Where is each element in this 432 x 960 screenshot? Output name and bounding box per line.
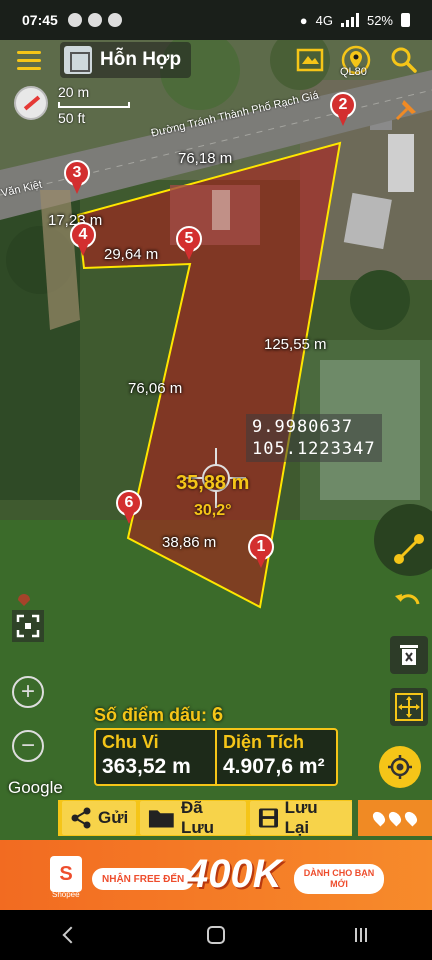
pin-add-icon[interactable] [392, 94, 422, 124]
zoom-in-button[interactable]: + [12, 676, 44, 708]
messenger-icon-2 [87, 13, 102, 27]
scale-bar: 20 m 50 ft [58, 84, 130, 126]
gps-button[interactable] [379, 746, 421, 788]
notification-icons [67, 13, 122, 27]
messenger-icon [67, 13, 82, 27]
action-bar: Gửi Đã Lưu Lưu Lại [58, 798, 352, 837]
menu-icon [17, 50, 41, 54]
save-label: Lưu Lại [284, 798, 318, 837]
map-type-label: Hỗn Hợp [100, 49, 182, 70]
focus-icon [16, 614, 40, 638]
measure-4-5: 29,64 m [104, 246, 159, 263]
zoom-out-icon: − [20, 732, 35, 759]
undo-icon[interactable] [390, 584, 428, 622]
measure-3-2: 76,18 m [178, 150, 233, 167]
longitude: 105.1223347 [252, 439, 376, 459]
compass-icon[interactable] [14, 86, 48, 120]
road-label-right: QL80 [340, 66, 367, 78]
focus-button[interactable] [12, 610, 44, 642]
menu-button[interactable] [12, 46, 46, 74]
messenger-icon-3 [107, 13, 122, 27]
back-icon[interactable] [62, 926, 80, 944]
ad-promo-right: DÀNH CHO BẠN MỚI [294, 864, 384, 894]
map-type-chip[interactable]: Hỗn Hợp [60, 42, 192, 78]
point-marker-4[interactable]: 4 [70, 222, 96, 256]
point-count-value: 6 [212, 704, 224, 726]
saved-button[interactable]: Đã Lưu [140, 798, 246, 837]
delete-icon [400, 645, 418, 665]
latitude: 9.9980637 [252, 417, 354, 437]
ad-amount: 400K [186, 852, 282, 896]
home-icon[interactable] [207, 926, 225, 944]
search-icon[interactable] [388, 44, 420, 76]
zoom-out-button[interactable]: − [12, 730, 44, 762]
measure-5-6: 76,06 m [128, 380, 183, 397]
area-value: 4.907,6 m² [223, 755, 325, 778]
expand-button[interactable] [390, 688, 428, 726]
point-marker-6[interactable]: 6 [116, 490, 142, 524]
current-angle: 30,2° [194, 502, 232, 519]
delete-button[interactable] [390, 636, 428, 674]
map-type-icon[interactable] [294, 44, 326, 76]
shopee-logo: S [50, 856, 82, 892]
marker-icon [386, 809, 404, 827]
location-status-icon: ● [299, 12, 308, 28]
battery-label: 52% [366, 12, 393, 28]
zoom-in-icon: + [20, 678, 35, 705]
point-count-label: Số điểm dấu: [94, 705, 208, 725]
google-attribution: Google [8, 778, 63, 797]
scale-imperial: 50 ft [58, 110, 86, 126]
perimeter-value: 363,52 m [102, 755, 191, 778]
marker-icon [370, 809, 388, 827]
signal-icon [340, 13, 359, 27]
perimeter-label: Chu Vi [102, 732, 159, 752]
network-label: 4G [315, 12, 333, 28]
saved-label: Đã Lưu [180, 798, 215, 837]
expand-icon [395, 693, 423, 721]
status-right: ● 4G 52% [300, 13, 410, 28]
measure-2-1: 125,55 m [264, 336, 327, 353]
recent-apps-icon[interactable] [355, 928, 367, 942]
system-nav-bar [0, 910, 432, 960]
send-button[interactable]: Gửi [62, 801, 137, 835]
area-cell: Diện Tích 4.907,6 m² [215, 730, 336, 784]
current-measure: 35,88 m [176, 472, 250, 494]
point-count: Số điểm dấu: 6 [94, 704, 223, 727]
point-marker-2[interactable]: 2 [330, 92, 356, 126]
share-icon [71, 807, 91, 829]
ad-promo-left: NHẬN FREE ĐẾN [92, 868, 195, 890]
send-label: Gửi [98, 808, 129, 827]
status-time: 07:45 [22, 12, 58, 28]
scale-metric: 20 m [58, 84, 90, 100]
polyline-icon[interactable] [390, 530, 428, 568]
folder-icon [149, 810, 174, 828]
marker-icon [402, 809, 420, 827]
area-label: Diện Tích [223, 732, 305, 752]
battery-icon [401, 13, 410, 27]
shopee-caption: Shopee [52, 890, 80, 899]
point-marker-1[interactable]: 1 [248, 534, 274, 568]
save-icon [258, 808, 278, 828]
status-bar: 07:45 ● 4G 52% [0, 0, 432, 40]
center-coordinates: 9.9980637 105.1223347 [246, 414, 382, 462]
ad-banner[interactable]: S Shopee NHẬN FREE ĐẾN 400K DÀNH CHO BẠN… [0, 840, 432, 910]
point-marker-3[interactable]: 3 [64, 160, 90, 194]
save-button[interactable]: Lưu Lại [249, 798, 352, 837]
perimeter-cell: Chu Vi 363,52 m [96, 730, 215, 784]
layers-icon [64, 46, 92, 74]
point-marker-5[interactable]: 5 [176, 226, 202, 260]
scale-bar-line [58, 102, 130, 108]
gps-icon [388, 755, 412, 779]
markers-button[interactable] [358, 800, 432, 836]
measure-6-1: 38,86 m [162, 534, 217, 551]
measurement-summary: Chu Vi 363,52 m Diện Tích 4.907,6 m² [94, 728, 338, 786]
